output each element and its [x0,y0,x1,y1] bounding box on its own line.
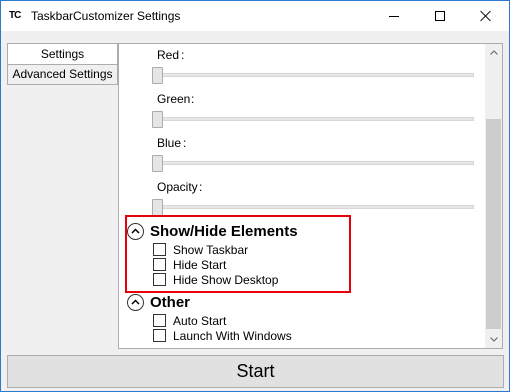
slider-colon: : [181,48,185,62]
auto-start-checkbox[interactable] [153,314,166,327]
title-bar[interactable]: TC TaskbarCustomizer Settings [1,1,509,31]
launch-with-windows-checkbox[interactable] [153,329,166,342]
slider-label-opacity: Opacity [157,180,198,194]
checkbox-label: Auto Start [173,313,227,328]
scroll-content: Red: Green: Blue: Opacity: Show/Hide Ele… [119,44,484,348]
blue-slider-thumb[interactable] [152,155,163,172]
maximize-button[interactable] [417,1,463,31]
slider-colon: : [183,136,187,150]
close-icon [480,10,492,22]
scroll-thumb[interactable] [486,119,501,329]
section-header-other[interactable]: Other [127,292,190,312]
app-logo-icon: TC [9,10,21,21]
vertical-scrollbar[interactable] [485,44,502,348]
slider-colon: : [199,180,203,194]
slider-label-red: Red [157,48,180,62]
chevron-up-icon [489,50,498,55]
slider-colon: : [191,92,195,106]
start-button[interactable]: Start [7,355,504,388]
chevron-up-icon[interactable] [127,293,144,311]
scroll-down-button[interactable] [485,331,502,348]
red-slider-thumb[interactable] [152,67,163,84]
blue-slider-track[interactable] [157,161,474,165]
app-window: TC TaskbarCustomizer Settings Settings A… [0,0,510,392]
close-button[interactable] [463,1,509,31]
maximize-icon [435,11,445,21]
tab-advanced-settings[interactable]: Advanced Settings [7,64,118,85]
minimize-icon [389,15,399,17]
opacity-slider-track[interactable] [157,205,474,209]
settings-panel: Red: Green: Blue: Opacity: Show/Hide Ele… [118,43,503,349]
window-title: TaskbarCustomizer Settings [31,9,181,23]
section-title: Other [150,293,191,311]
chevron-down-icon [489,337,498,342]
checkbox-row-auto-start[interactable]: Auto Start [153,313,226,328]
checkbox-label: Launch With Windows [173,328,292,343]
slider-label-green: Green [157,92,191,106]
green-slider-track[interactable] [157,117,474,121]
minimize-button[interactable] [371,1,417,31]
scroll-up-button[interactable] [485,44,502,61]
highlight-box [125,215,351,293]
slider-label-blue: Blue [157,136,182,150]
red-slider-track[interactable] [157,73,474,77]
opacity-slider-thumb[interactable] [152,199,163,216]
checkbox-row-launch-with-windows[interactable]: Launch With Windows [153,328,292,343]
green-slider-thumb[interactable] [152,111,163,128]
